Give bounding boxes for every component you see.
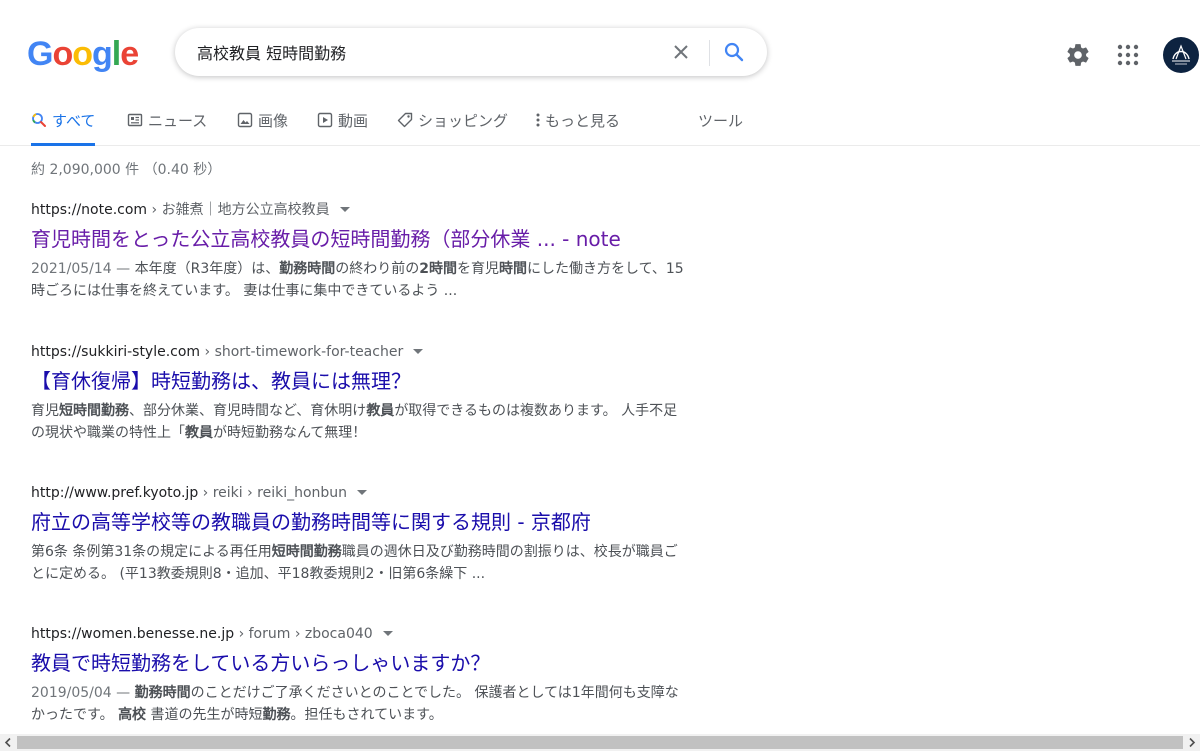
result-url[interactable]: https://note.com › お雑煮｜地方公立高校教員	[31, 200, 691, 220]
tab-news-label: ニュース	[148, 112, 208, 130]
snippet-text: 。担任もされています。	[290, 707, 443, 723]
search-icon[interactable]	[722, 40, 746, 64]
logo-letter: g	[92, 35, 113, 73]
result-domain: https://note.com	[31, 202, 148, 218]
result-title-link[interactable]: 府立の高等学校等の教職員の勤務時間等に関する規則 - 京都府	[31, 509, 691, 535]
tab-shopping-label: ショッピング	[418, 112, 509, 130]
snippet-text: を育児	[456, 261, 499, 277]
result-stats: 約 2,090,000 件 （0.40 秒）	[31, 162, 222, 178]
apps-grid-icon[interactable]	[1117, 44, 1139, 66]
news-icon	[127, 113, 143, 127]
snippet-highlight: 勤務	[262, 707, 291, 723]
tab-tools-label: ツール	[698, 112, 744, 130]
result-title-link[interactable]: 【育休復帰】時短勤務は、教員には無理？	[31, 368, 691, 394]
search-divider	[709, 40, 710, 66]
snippet-highlight: 教員	[185, 425, 213, 441]
tab-news[interactable]: ニュース	[127, 100, 207, 143]
result-title-link[interactable]: 育児時間をとった公立高校教員の短時間勤務（部分休業 ... - note	[31, 226, 691, 252]
chevron-down-icon[interactable]	[339, 207, 350, 212]
chevron-down-icon[interactable]	[382, 631, 393, 636]
avatar[interactable]	[1163, 37, 1199, 73]
result-snippet: 2019/05/04 — 勤務時間のことだけご了承くださいとのことでした。 保護…	[31, 682, 691, 726]
tab-images[interactable]: 画像	[237, 100, 288, 143]
more-vert-icon	[536, 113, 540, 127]
snippet-text: 本年度（R3年度）は、	[134, 261, 280, 277]
result-domain: https://women.benesse.ne.jp	[31, 626, 235, 642]
chevron-down-icon[interactable]	[413, 349, 424, 354]
search-result: http://www.pref.kyoto.jp › reiki › reiki…	[31, 483, 691, 585]
tag-icon	[397, 112, 413, 128]
result-snippet: 2021/05/14 — 本年度（R3年度）は、勤務時間の終わり前の2時間を育児…	[31, 258, 691, 302]
chevron-down-icon[interactable]	[357, 490, 368, 495]
result-date: 2021/05/14 —	[31, 261, 135, 277]
tab-videos[interactable]: 動画	[317, 100, 368, 143]
scrollbar-thumb[interactable]	[17, 736, 1183, 749]
result-date: 2019/05/04 —	[31, 685, 135, 701]
snippet-highlight: 勤務時間	[134, 685, 191, 701]
tab-videos-label: 動画	[338, 112, 369, 130]
avatar-emblem-icon	[1164, 38, 1198, 72]
result-url[interactable]: http://www.pref.kyoto.jp › reiki › reiki…	[31, 483, 691, 503]
tab-tools[interactable]: ツール	[698, 100, 743, 143]
snippet-highlight: 時間	[498, 261, 527, 277]
search-result: https://women.benesse.ne.jp › forum › zb…	[31, 624, 691, 726]
snippet-highlight: 2時間	[419, 261, 457, 277]
snippet-highlight: 短時間勤務	[271, 544, 342, 560]
result-domain: http://www.pref.kyoto.jp	[31, 485, 199, 501]
horizontal-scrollbar[interactable]	[0, 734, 1200, 751]
logo-letter: o	[72, 35, 93, 73]
snippet-highlight: 高校	[118, 707, 147, 723]
scroll-right-arrow-icon[interactable]	[1183, 734, 1200, 751]
search-result: https://sukkiri-style.com › short-timewo…	[31, 342, 691, 444]
snippet-text: 、部分休業、育児時間など、育休明け	[129, 403, 367, 419]
search-icon	[32, 113, 46, 127]
snippet-text: が時短勤務なんて無理！	[213, 425, 367, 441]
snippet-text: 育児	[31, 403, 59, 419]
result-snippet: 第6条 条例第31条の規定による再任用短時間勤務職員の週休日及び勤務時間の割振り…	[31, 541, 691, 585]
result-snippet: 育児短時間勤務、部分休業、育児時間など、育休明け教員が取得できるものは複数ありま…	[31, 400, 691, 444]
tab-images-label: 画像	[258, 112, 289, 130]
logo-letter: l	[111, 35, 122, 73]
snippet-highlight: 教員	[366, 403, 395, 419]
close-icon[interactable]	[669, 40, 693, 64]
result-breadcrumb: › short-timework-for-teacher	[200, 344, 404, 360]
result-url[interactable]: https://women.benesse.ne.jp › forum › zb…	[31, 624, 691, 644]
snippet-text: の終わり前の	[335, 261, 420, 277]
result-title-link[interactable]: 教員で時短勤務をしている方いらっしゃいますか？	[31, 650, 691, 676]
tab-all[interactable]: すべて	[31, 100, 96, 146]
snippet-text: 第6条 条例第31条の規定による再任用	[31, 544, 272, 560]
video-icon	[317, 112, 333, 128]
logo-letter: e	[120, 35, 139, 73]
tab-more[interactable]: もっと見る	[535, 100, 620, 143]
image-icon	[237, 112, 253, 128]
search-box	[175, 28, 767, 76]
result-breadcrumb: › お雑煮｜地方公立高校教員	[147, 202, 330, 218]
tab-all-label: すべて	[52, 112, 96, 130]
scroll-left-arrow-icon[interactable]	[0, 734, 17, 751]
snippet-highlight: 短時間勤務	[59, 403, 129, 419]
tab-shopping[interactable]: ショッピング	[397, 100, 508, 143]
search-result: https://note.com › お雑煮｜地方公立高校教員育児時間をとった公…	[31, 200, 691, 302]
result-domain: https://sukkiri-style.com	[31, 344, 201, 360]
logo-letter: o	[52, 35, 73, 73]
result-breadcrumb: › reiki › reiki_honbun	[198, 485, 348, 501]
result-url[interactable]: https://sukkiri-style.com › short-timewo…	[31, 342, 691, 362]
logo-letter: G	[27, 35, 53, 73]
search-input[interactable]	[197, 28, 657, 76]
google-logo[interactable]: Google	[27, 32, 139, 76]
result-breadcrumb: › forum › zboca040	[234, 626, 373, 642]
snippet-highlight: 勤務時間	[279, 261, 336, 277]
snippet-text: 書道の先生が時短	[146, 707, 263, 723]
gear-icon[interactable]	[1065, 42, 1091, 68]
header: Google	[0, 0, 1200, 100]
tab-more-label: もっと見る	[545, 112, 621, 130]
search-tabs: すべて ニュース 画像 動画 ショッピング もっと見る ツール	[0, 100, 1200, 146]
